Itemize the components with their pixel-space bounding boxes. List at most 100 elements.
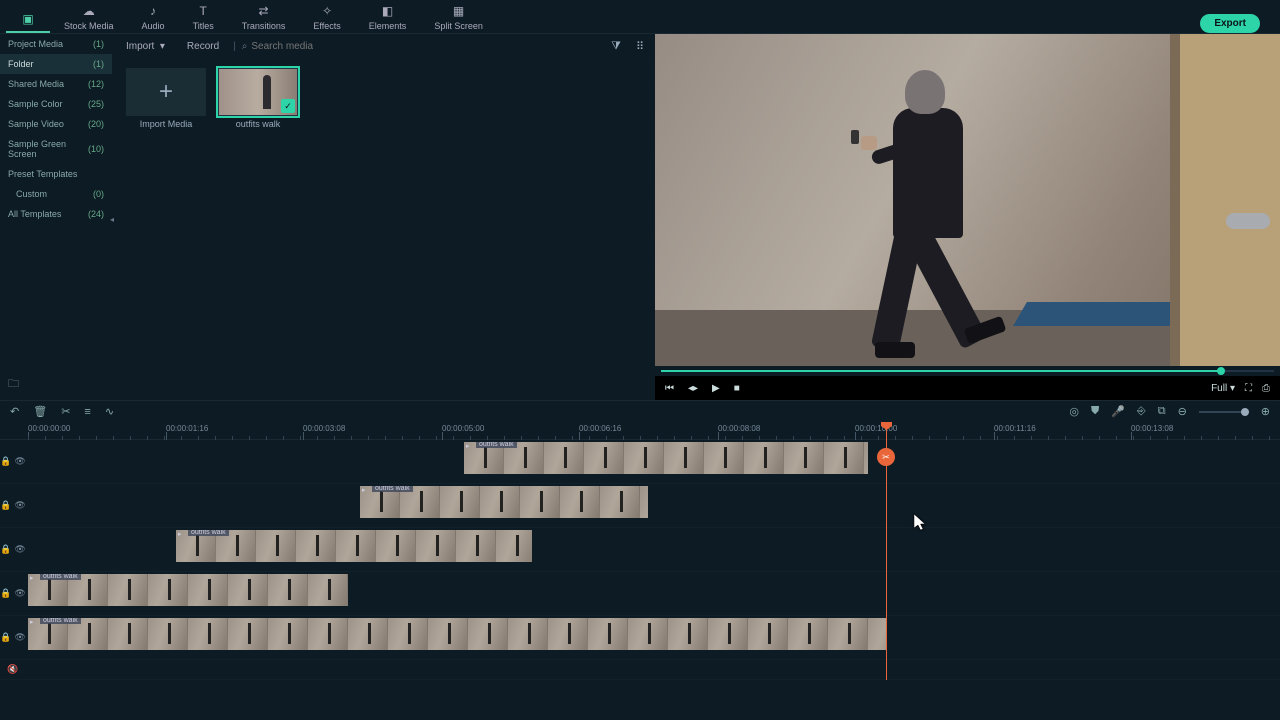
- preview-viewport[interactable]: [655, 34, 1280, 366]
- video-icon: ▸: [178, 530, 182, 538]
- sidebar-item-sample-color[interactable]: Sample Color(25): [0, 94, 112, 114]
- shapes-icon: ◧: [380, 3, 396, 19]
- plus-icon: +: [159, 78, 173, 106]
- search-input[interactable]: [251, 41, 391, 52]
- ruler-timestamp: 00:00:03:08: [303, 424, 345, 433]
- new-folder-icon[interactable]: 🗀: [8, 378, 19, 390]
- clip-label: outfits walk: [372, 486, 413, 492]
- track-visibility-icon[interactable]: 👁: [14, 456, 25, 467]
- clip-label: outfits walk: [40, 618, 81, 624]
- track-lock-icon[interactable]: 🔒: [0, 544, 11, 555]
- playhead[interactable]: ✂: [886, 422, 887, 680]
- sidebar-item-sample-video[interactable]: Sample Video(20): [0, 114, 112, 134]
- record-button[interactable]: Record: [179, 38, 227, 55]
- track-lock-icon[interactable]: 🔒: [0, 500, 11, 511]
- ruler-timestamp: 00:00:01:16: [166, 424, 208, 433]
- track-visibility-icon[interactable]: 👁: [14, 544, 25, 555]
- track-mute-icon[interactable]: 🔇: [7, 664, 18, 675]
- mixer-icon[interactable]: ⎆: [1137, 405, 1146, 418]
- render-icon[interactable]: ◎: [1069, 405, 1079, 418]
- sidebar-item-preset-templates[interactable]: Preset Templates: [0, 164, 112, 184]
- track-lock-icon[interactable]: 🔒: [0, 588, 11, 599]
- split-button[interactable]: ✂: [877, 448, 895, 466]
- track-visibility-icon[interactable]: 👁: [14, 632, 25, 643]
- clip-label: outfits walk: [40, 574, 81, 580]
- voiceover-icon[interactable]: 🎤: [1111, 405, 1125, 418]
- tab-media[interactable]: ▣: [6, 9, 50, 33]
- media-grid: + Import Media ✓ outfits walk: [112, 58, 655, 139]
- track-lock-icon[interactable]: 🔒: [0, 632, 11, 643]
- audio-track[interactable]: 🔇: [0, 660, 1280, 680]
- expand-preview-icon[interactable]: ⛶: [1245, 383, 1252, 394]
- sidebar-item-shared-media[interactable]: Shared Media(12): [0, 74, 112, 94]
- zoom-in-icon[interactable]: ⊕: [1261, 405, 1270, 418]
- video-icon: ▸: [30, 574, 34, 582]
- timeline-clip[interactable]: ▸outfits walkFreeze Frame: [28, 618, 886, 650]
- ruler-timestamp: 00:00:08:08: [718, 424, 760, 433]
- timeline: 00:00:00:0000:00:01:1600:00:03:0800:00:0…: [0, 422, 1280, 680]
- timeline-clip[interactable]: ▸outfits walk: [176, 530, 532, 562]
- import-media-tile[interactable]: + Import Media: [126, 68, 206, 129]
- sidebar-item-custom[interactable]: Custom(0): [0, 184, 112, 204]
- zoom-out-icon[interactable]: ⊖: [1178, 405, 1187, 418]
- video-icon: ▸: [362, 486, 366, 494]
- ruler-timestamp: 00:00:13:08: [1131, 424, 1173, 433]
- folder-icon: ▣: [20, 11, 36, 27]
- ruler-timestamp: 00:00:11:16: [994, 424, 1036, 433]
- undo-icon[interactable]: ↶: [10, 405, 19, 418]
- video-track[interactable]: 🔒👁 ▸outfits walk: [0, 528, 1280, 572]
- timeline-clip[interactable]: ▸ outfits walk: [360, 486, 648, 518]
- media-clip-tile[interactable]: ✓ outfits walk: [218, 68, 298, 129]
- video-icon: ▸: [30, 618, 34, 626]
- snap-icon[interactable]: ⧉: [1158, 405, 1166, 418]
- play-button[interactable]: ▶: [712, 383, 720, 394]
- video-track[interactable]: 🔒👁 ▸outfits walk: [0, 440, 1280, 484]
- sparkle-icon: ✧: [319, 3, 335, 19]
- tab-titles[interactable]: TTitles: [179, 1, 228, 33]
- marker-icon[interactable]: ⛊: [1091, 405, 1099, 418]
- preview-scrub-bar[interactable]: [655, 366, 1280, 376]
- filter-icon[interactable]: ⧩: [607, 37, 625, 55]
- view-grid-icon[interactable]: ⠿: [631, 37, 649, 55]
- track-lock-icon[interactable]: 🔒: [0, 456, 11, 467]
- tab-transitions[interactable]: ⇄Transitions: [228, 1, 300, 33]
- text-icon: T: [195, 3, 211, 19]
- sidebar-item-project-media[interactable]: Project Media(1): [0, 34, 112, 54]
- zoom-slider[interactable]: [1199, 411, 1249, 413]
- delete-icon[interactable]: 🗑: [33, 405, 47, 418]
- tab-stock-media[interactable]: ☁Stock Media: [50, 1, 128, 33]
- snapshot-icon[interactable]: ⎙: [1262, 383, 1270, 394]
- timeline-clip[interactable]: ▸outfits walk: [464, 442, 868, 474]
- tab-split-screen[interactable]: ▦Split Screen: [420, 1, 497, 33]
- media-tile-label: Import Media: [140, 119, 193, 129]
- timeline-ruler[interactable]: 00:00:00:0000:00:01:1600:00:03:0800:00:0…: [0, 422, 1280, 440]
- speed-icon[interactable]: ∿: [105, 405, 114, 418]
- crop-icon[interactable]: ≡: [84, 406, 90, 418]
- prev-frame-button[interactable]: ⏮: [665, 383, 674, 394]
- music-icon: ♪: [145, 3, 161, 19]
- quality-dropdown[interactable]: Full ▾: [1211, 383, 1235, 394]
- video-track[interactable]: 🔒👁 ▸ outfits walk: [0, 484, 1280, 528]
- transition-icon: ⇄: [256, 3, 272, 19]
- track-visibility-icon[interactable]: 👁: [14, 588, 25, 599]
- stop-button[interactable]: ■: [734, 383, 740, 394]
- check-icon: ✓: [281, 99, 295, 113]
- export-button[interactable]: Export: [1200, 14, 1260, 33]
- cut-icon[interactable]: ✂: [61, 405, 70, 418]
- video-track[interactable]: 🔒👁 ▸ outfits walk: [0, 572, 1280, 616]
- step-back-button[interactable]: ◂▸: [688, 383, 698, 394]
- video-track[interactable]: 🔒👁▸outfits walkFreeze Frame: [0, 616, 1280, 660]
- track-visibility-icon[interactable]: 👁: [14, 500, 25, 511]
- tab-audio[interactable]: ♪Audio: [128, 1, 179, 33]
- sidebar-item-sample-green[interactable]: Sample Green Screen(10): [0, 134, 112, 164]
- sidebar-item-all-templates[interactable]: All Templates(24): [0, 204, 112, 224]
- clip-label: outfits walk: [476, 442, 517, 448]
- import-dropdown[interactable]: Import ▾: [118, 38, 173, 55]
- sidebar-item-folder[interactable]: Folder(1): [0, 54, 112, 74]
- timeline-clip[interactable]: ▸ outfits walk: [28, 574, 348, 606]
- tab-elements[interactable]: ◧Elements: [355, 1, 421, 33]
- media-tile-label: outfits walk: [236, 119, 281, 129]
- top-tab-bar: ▣ ☁Stock Media ♪Audio TTitles ⇄Transitio…: [0, 0, 1280, 34]
- sidebar-collapse-button[interactable]: ◂: [106, 212, 118, 226]
- tab-effects[interactable]: ✧Effects: [299, 1, 354, 33]
